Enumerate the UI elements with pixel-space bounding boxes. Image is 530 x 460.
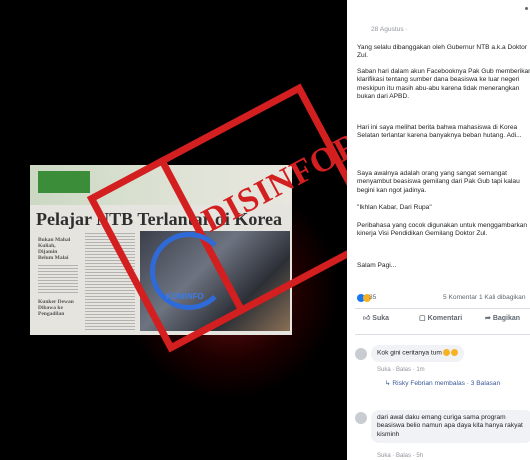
avatar[interactable] xyxy=(355,348,367,360)
post-paragraph: Yang selalu dibanggakan oleh Gubernur NT… xyxy=(357,44,527,60)
post-paragraph: Saban hari dalam akun Facebooknya Pak Gu… xyxy=(357,68,530,101)
post-paragraph: "Ikhlan Kabar, Dari Rupa" xyxy=(357,204,432,211)
newspaper-subhead: Bukan Mahal Kuliah, Dijamin Belum Malai xyxy=(38,237,71,261)
share-button[interactable]: ➦ Bagikan xyxy=(485,315,520,323)
post-paragraph: Peribahasa yang cocok digunakan untuk me… xyxy=(357,222,528,238)
reply-arrow-icon: ↳ xyxy=(385,380,391,387)
avatar[interactable] xyxy=(355,412,367,424)
grin-emoji-icon xyxy=(442,349,450,356)
comment-bubble: Kok gini ceritanya tum xyxy=(371,345,464,362)
reaction-count[interactable]: 35 xyxy=(369,294,376,302)
post-paragraph: Hari ini saya melihat berita bahwa mahas… xyxy=(357,124,522,140)
comment-button[interactable]: ▢ Komentari xyxy=(419,315,462,323)
post-paragraph: Saya awalnya adalah orang yang sangat se… xyxy=(357,170,520,194)
newspaper-green-box xyxy=(38,171,90,193)
like-button[interactable]: 👍︎ Suka xyxy=(363,315,389,323)
share-label: Bagikan xyxy=(492,315,521,322)
view-replies-link[interactable]: ↳ Risky Febrian membalas · 3 Balasan xyxy=(385,380,500,388)
newspaper-column xyxy=(38,265,78,295)
divider xyxy=(355,334,530,335)
thumbs-up-icon: 👍︎ xyxy=(363,315,371,322)
post-paragraph: Salam Pagi... xyxy=(357,262,397,269)
post-date[interactable]: 28 Agustus · xyxy=(371,26,408,34)
reply-summary: Risky Febrian membalas · 3 Balasan xyxy=(392,380,501,387)
grin-emoji-icon xyxy=(450,349,458,356)
post-actions: 👍︎ Suka ▢ Komentari ➦ Bagikan xyxy=(355,315,530,329)
comment-icon: ▢ xyxy=(419,315,426,322)
newspaper-subhead-2: Kunker Dewan Dibawa ke Pengadilan xyxy=(38,299,74,317)
share-icon: ➦ xyxy=(485,315,491,322)
kominfo-logo-text: KOMINFO xyxy=(166,292,204,301)
like-label: Suka xyxy=(372,315,390,322)
comment-text: Kok gini ceritanya tum xyxy=(377,349,442,357)
shares-count[interactable]: 1 Kali dibagikan xyxy=(479,294,526,301)
image-panel: Pelajar NTB Terlantar di Korea Bukan Mah… xyxy=(0,0,449,460)
comment-bubble: dari awal daku emang curiga sama program… xyxy=(371,410,530,444)
comments-shares-summary[interactable]: 5 Komentar 1 Kali dibagikan xyxy=(443,294,526,302)
more-options-icon[interactable] xyxy=(525,7,528,10)
comment-meta[interactable]: Suka · Balas · 1m xyxy=(377,366,425,374)
facebook-post-panel: 28 Agustus · Yang selalu dibanggakan ole… xyxy=(347,0,530,460)
divider xyxy=(355,308,530,309)
comments-count[interactable]: 5 Komentar xyxy=(443,294,477,301)
comment-meta[interactable]: Suka · Balas · 5h xyxy=(377,452,423,460)
comment-label: Komentari xyxy=(427,315,463,322)
comment-text: dari awal daku emang curiga sama program… xyxy=(377,414,523,438)
